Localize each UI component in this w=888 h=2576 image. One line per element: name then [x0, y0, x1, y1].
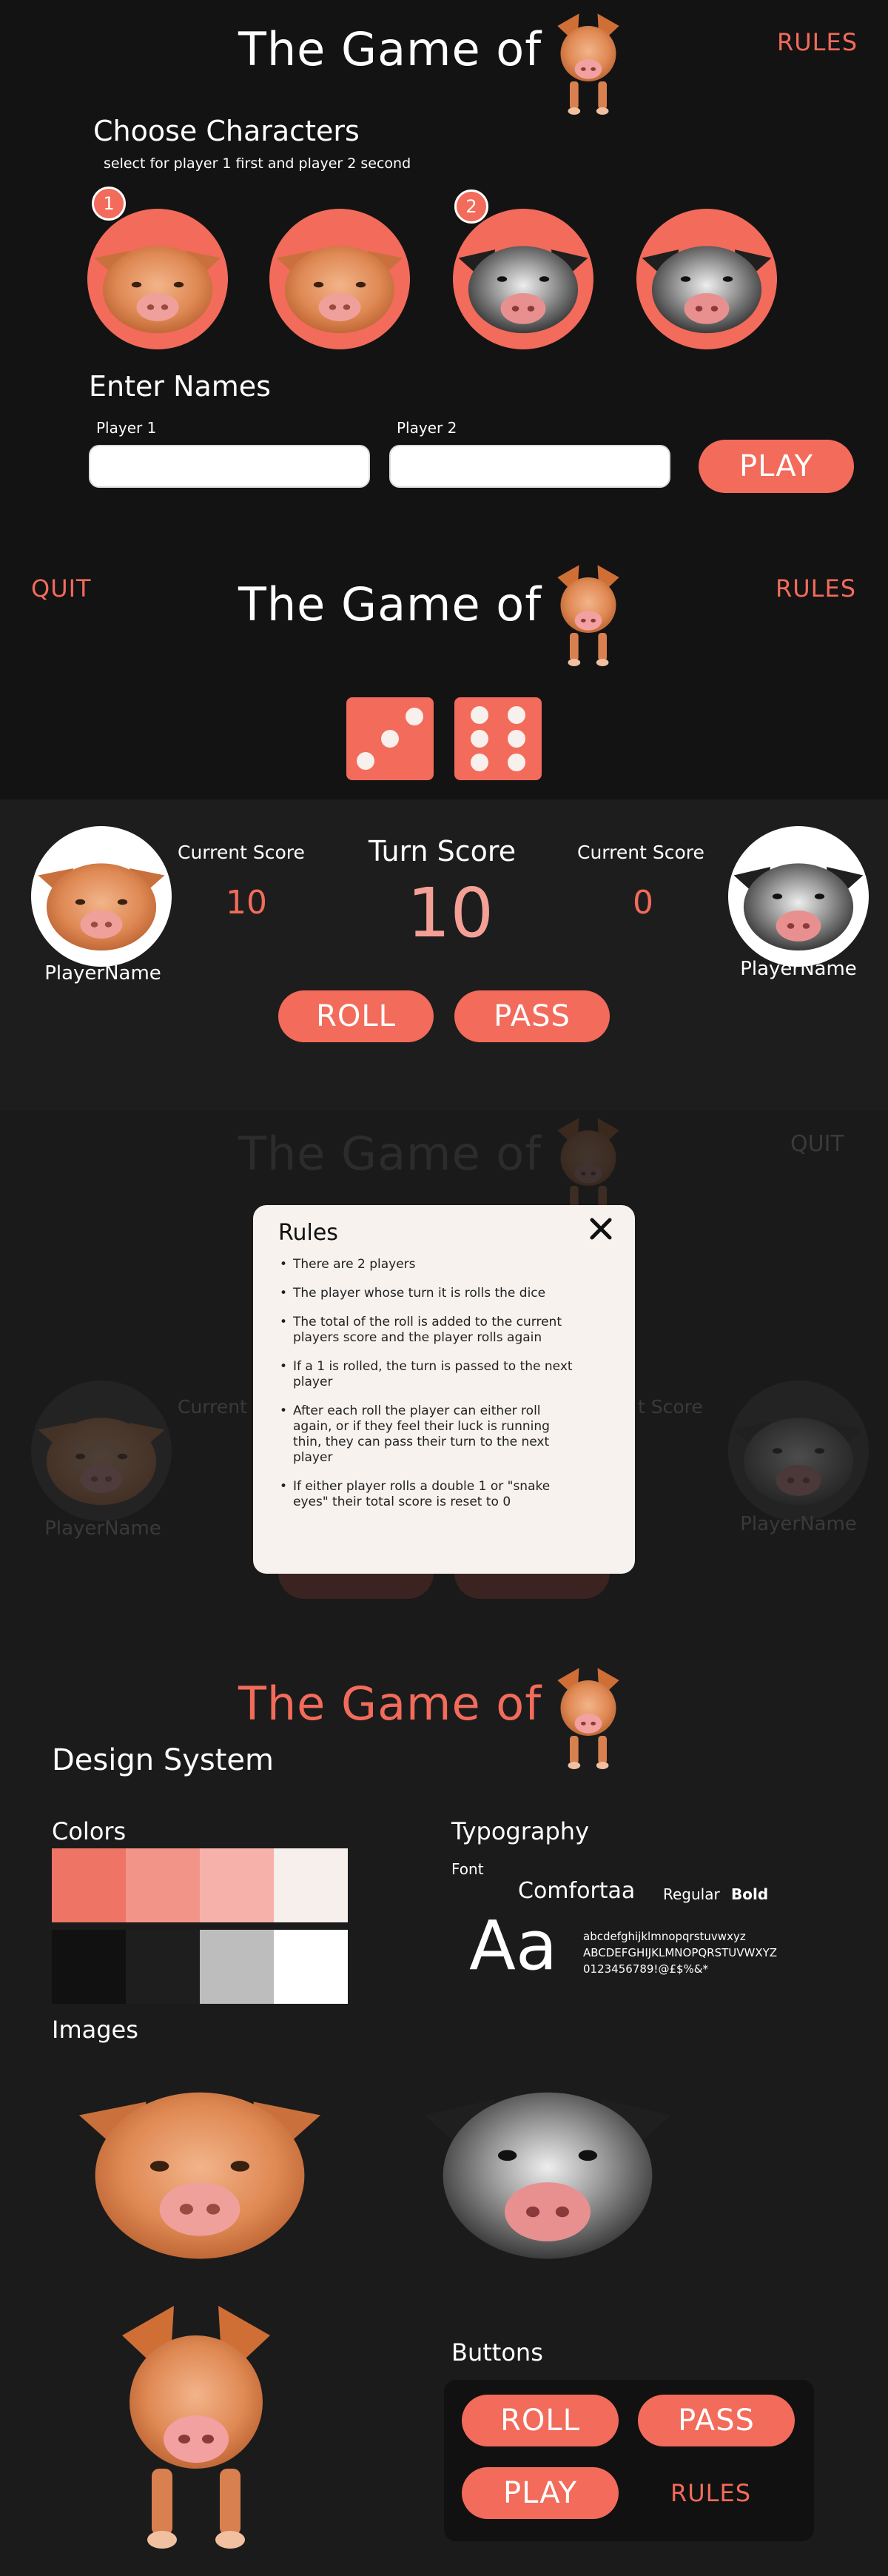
player-1-name: PlayerName	[44, 962, 161, 985]
player-1-avatar	[31, 826, 172, 967]
die-2	[454, 697, 542, 780]
dimmed-app-title: The Game of	[238, 1127, 542, 1181]
pig-pink-image	[52, 2062, 348, 2276]
choose-characters-heading: Choose Characters	[93, 115, 360, 147]
rules-dialog: Rules There are 2 players The player who…	[253, 1205, 635, 1574]
rules-list-item: There are 2 players	[278, 1257, 574, 1272]
typography-heading: Typography	[451, 1817, 589, 1845]
color-swatch-coral	[52, 1848, 126, 1922]
app-title: The Game of	[238, 22, 542, 76]
dimmed-player-1-avatar	[31, 1381, 172, 1521]
dimmed-score-label-left: Current	[178, 1396, 247, 1418]
font-name: Comfortaa	[518, 1878, 636, 1904]
design-system-section: The Game of Design System Colors Typogra…	[0, 1662, 888, 2576]
pig-pink-icon	[38, 863, 165, 951]
pig-pink-icon	[276, 246, 403, 334]
sample-pass-button[interactable]: PASS	[638, 2395, 795, 2446]
app-title: The Game of	[238, 1677, 542, 1731]
rules-list-item: If either player rolls a double 1 or "sn…	[278, 1479, 574, 1510]
player-2-name: PlayerName	[740, 958, 857, 980]
font-bold-label: Bold	[731, 1885, 769, 1903]
pig-dark-icon	[458, 246, 588, 334]
player-1-label: Player 1	[96, 419, 157, 437]
rules-list-item: After each roll the player can either ro…	[278, 1403, 574, 1466]
sample-roll-button[interactable]: ROLL	[462, 2395, 619, 2446]
rules-button[interactable]: RULES	[777, 28, 858, 56]
scoreboard-panel: PlayerName Current Score 10 Turn Score 1…	[0, 799, 888, 1110]
rules-modal-screen: The Game of QUIT PlayerName Current t Sc…	[0, 1110, 888, 1662]
color-swatch-cream	[274, 1848, 348, 1922]
font-sample-large: Aa	[469, 1906, 558, 1985]
pig-dark-image	[400, 2062, 696, 2276]
app-title: The Game of	[238, 577, 542, 631]
pig-dark-icon	[733, 863, 864, 951]
close-icon[interactable]	[588, 1215, 614, 1242]
character-select-screen: The Game of RULES Choose Characters sele…	[0, 0, 888, 518]
pass-button[interactable]: PASS	[454, 990, 610, 1042]
pig-logo-icon	[533, 7, 644, 118]
sample-rules-button[interactable]: RULES	[670, 2479, 751, 2507]
game-screen-header: QUIT The Game of RULES	[0, 518, 888, 799]
rules-list-item: If a 1 is rolled, the turn is passed to …	[278, 1359, 574, 1390]
pig-full-image	[74, 2291, 318, 2557]
sample-play-button[interactable]: PLAY	[462, 2467, 619, 2519]
font-regular-label: Regular	[663, 1885, 720, 1903]
font-label: Font	[451, 1860, 484, 1878]
font-sample-digits: 0123456789!@£$%&*	[583, 1962, 708, 1976]
player-1-score-label: Current Score	[178, 842, 305, 863]
font-sample-lowercase: abcdefghijklmnopqrstuvwxyz	[583, 1930, 746, 1943]
pig-dark-icon	[733, 1418, 864, 1506]
player-2-score-label: Current Score	[577, 842, 704, 863]
pig-pink-icon	[38, 1418, 165, 1506]
choose-characters-subtitle: select for player 1 first and player 2 s…	[104, 155, 411, 172]
font-sample-uppercase: ABCDEFGHIJKLMNOPQRSTUVWXYZ	[583, 1946, 778, 1959]
player-2-badge: 2	[454, 189, 488, 224]
color-swatch-white	[274, 1930, 348, 2004]
pig-logo-icon	[533, 1662, 644, 1773]
player-2-name-input[interactable]	[389, 445, 670, 488]
character-option-2[interactable]	[269, 209, 410, 349]
enter-names-heading: Enter Names	[89, 370, 271, 403]
quit-button[interactable]: QUIT	[31, 574, 92, 603]
rules-list-item: The player whose turn it is rolls the di…	[278, 1286, 574, 1301]
dimmed-score-label-right: t Score	[638, 1396, 703, 1418]
dimmed-player-1-name: PlayerName	[44, 1517, 161, 1540]
player-1-badge: 1	[92, 187, 126, 221]
pig-pink-icon	[94, 246, 221, 334]
rules-button[interactable]: RULES	[776, 574, 856, 603]
player-1-score: 10	[226, 884, 267, 922]
rules-list: There are 2 players The player whose tur…	[278, 1257, 574, 1523]
character-option-1[interactable]	[87, 209, 228, 349]
pig-logo-icon	[533, 559, 644, 670]
rules-dialog-title: Rules	[278, 1220, 338, 1246]
player-1-name-input[interactable]	[89, 445, 370, 488]
dimmed-quit-label: QUIT	[790, 1131, 844, 1157]
character-option-4[interactable]	[636, 209, 777, 349]
color-swatch-coral-light	[126, 1848, 200, 1922]
player-2-score: 0	[633, 884, 653, 922]
player-2-avatar	[728, 826, 869, 967]
images-heading: Images	[52, 2016, 138, 2044]
roll-button[interactable]: ROLL	[278, 990, 434, 1042]
color-swatch-dark-gray	[126, 1930, 200, 2004]
rules-list-item: The total of the roll is added to the cu…	[278, 1315, 574, 1346]
play-button[interactable]: PLAY	[699, 440, 854, 493]
turn-score-value: 10	[407, 873, 494, 953]
design-system-heading: Design System	[52, 1743, 274, 1777]
pig-dark-icon	[642, 246, 772, 334]
dimmed-player-2-avatar	[728, 1381, 869, 1521]
character-option-3[interactable]	[453, 209, 593, 349]
color-swatch-pink	[200, 1848, 274, 1922]
buttons-heading: Buttons	[451, 2338, 543, 2367]
colors-heading: Colors	[52, 1817, 127, 1845]
turn-score-label: Turn Score	[369, 835, 517, 868]
die-1	[346, 697, 434, 780]
color-swatch-black	[52, 1930, 126, 2004]
color-swatch-gray	[200, 1930, 274, 2004]
player-2-label: Player 2	[397, 419, 457, 437]
dimmed-player-2-name: PlayerName	[740, 1513, 857, 1535]
